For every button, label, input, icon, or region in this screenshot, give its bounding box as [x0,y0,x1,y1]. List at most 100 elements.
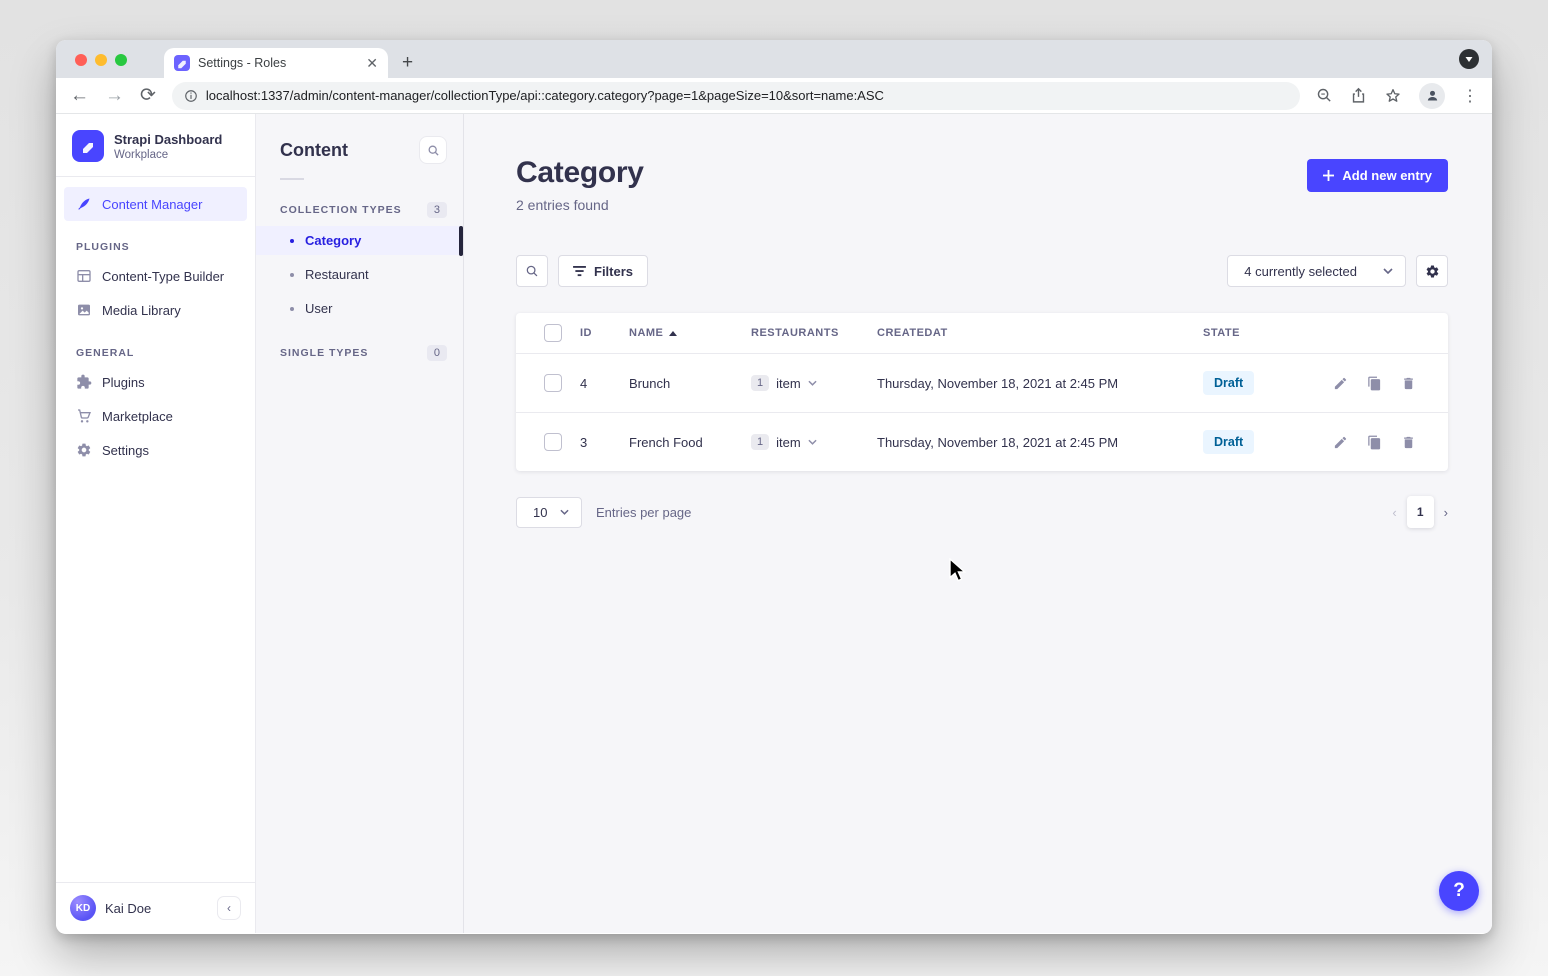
bullet-icon [290,273,294,277]
subnav-item-label: Restaurant [305,267,369,282]
column-header-name[interactable]: NAME [629,327,751,339]
browser-profile-avatar[interactable] [1419,83,1445,109]
table-search-button[interactable] [516,255,548,287]
plus-icon [1323,170,1334,181]
browser-menu-icon[interactable]: ⋮ [1462,86,1478,106]
relation-count-badge: 1 [751,434,769,450]
sidebar-item-media-library[interactable]: Media Library [64,293,247,327]
table-row[interactable]: 4 Brunch 1 item Thursday, November 18, 2… [516,353,1448,412]
page-number-button[interactable]: 1 [1407,496,1434,528]
main-panel: Category 2 entries found Add new entry F… [464,114,1492,933]
chevron-down-icon[interactable] [808,380,817,386]
subnav-search-button[interactable] [419,136,447,164]
sidebar-item-plugins[interactable]: Plugins [64,365,247,399]
cell-restaurants[interactable]: 1 item [751,434,877,450]
close-tab-icon[interactable]: ✕ [366,56,378,70]
collection-types-count: 3 [427,202,447,218]
url-text: localhost:1337/admin/content-manager/col… [206,88,884,103]
edit-pencil-icon[interactable] [1333,435,1348,450]
back-button[interactable]: ← [70,86,89,105]
column-header-restaurants[interactable]: RESTAURANTS [751,327,877,339]
sidebar-section-plugins: PLUGINS [56,221,255,259]
sidebar-item-label: Plugins [102,375,145,390]
minimize-window-button[interactable] [95,54,107,66]
reload-button[interactable]: ⟳ [140,86,156,105]
trash-icon[interactable] [1401,435,1416,450]
column-header-createdat[interactable]: CREATEDAT [877,327,1203,339]
sidebar-item-label: Settings [102,443,149,458]
cell-name: Brunch [629,376,751,391]
subnav-item-user[interactable]: User [256,294,463,323]
image-icon [76,302,92,318]
subnav-title: Content [280,140,348,161]
cell-id: 3 [580,435,629,450]
trash-icon[interactable] [1401,376,1416,391]
zoom-icon[interactable] [1316,87,1333,104]
address-bar[interactable]: localhost:1337/admin/content-manager/col… [172,82,1300,110]
site-info-icon[interactable] [184,89,198,103]
subnav-item-label: Category [305,233,361,248]
edit-pencil-icon[interactable] [1333,376,1348,391]
cell-restaurants[interactable]: 1 item [751,375,877,391]
sidebar-item-content-type-builder[interactable]: Content-Type Builder [64,259,247,293]
cell-id: 4 [580,376,629,391]
prev-page-button[interactable]: ‹ [1392,505,1396,520]
subnav-item-restaurant[interactable]: Restaurant [256,260,463,289]
puzzle-icon [76,374,92,390]
table-header-row: ID NAME RESTAURANTS CREATEDAT STATE [516,313,1448,353]
cell-createdat: Thursday, November 18, 2021 at 2:45 PM [877,435,1203,450]
help-button[interactable]: ? [1439,871,1479,911]
fields-selected-dropdown[interactable]: 4 currently selected [1227,255,1406,287]
collapse-sidebar-button[interactable]: ‹ [217,896,241,920]
column-header-id[interactable]: ID [580,327,629,339]
relation-count-badge: 1 [751,375,769,391]
select-all-checkbox[interactable] [544,324,562,342]
zoom-window-button[interactable] [115,54,127,66]
duplicate-icon[interactable] [1367,376,1382,391]
chevron-down-icon [1383,268,1393,274]
new-tab-button[interactable]: + [402,51,413,75]
cell-name: French Food [629,435,751,450]
sort-ascending-icon [669,331,677,336]
sidebar-item-settings[interactable]: Settings [64,433,247,467]
cell-createdat: Thursday, November 18, 2021 at 2:45 PM [877,376,1203,391]
next-page-button[interactable]: › [1444,505,1448,520]
share-icon[interactable] [1350,87,1367,104]
filter-icon [573,266,586,277]
sidebar-item-marketplace[interactable]: Marketplace [64,399,247,433]
gear-icon [76,442,92,458]
main-sidebar: Strapi Dashboard Workplace Content Manag… [56,114,256,933]
scrollbar-thumb[interactable] [459,226,463,256]
brand-workspace: Workplace [114,149,222,161]
subnav-item-category[interactable]: Category [256,226,463,255]
page-size-select[interactable]: 10 [516,497,582,528]
subnav-item-label: User [305,301,332,316]
row-checkbox[interactable] [544,433,562,451]
sidebar-item-label: Content-Type Builder [102,269,224,284]
state-badge: Draft [1203,430,1254,454]
single-types-label: SINGLE TYPES [280,347,368,359]
browser-control-icon[interactable] [1459,49,1479,69]
row-checkbox[interactable] [544,374,562,392]
duplicate-icon[interactable] [1367,435,1382,450]
entries-table: ID NAME RESTAURANTS CREATEDAT STATE 4 Br… [516,313,1448,471]
table-row[interactable]: 3 French Food 1 item Thursday, November … [516,412,1448,471]
table-settings-button[interactable] [1416,255,1448,287]
bookmark-star-icon[interactable] [1384,87,1402,105]
close-window-button[interactable] [75,54,87,66]
sidebar-item-label: Marketplace [102,409,173,424]
browser-tab[interactable]: Settings - Roles ✕ [164,48,388,78]
gear-icon [1425,264,1440,279]
filters-button[interactable]: Filters [558,255,648,287]
strapi-logo-icon [72,130,104,162]
collection-types-label: COLLECTION TYPES [280,204,402,216]
chevron-down-icon[interactable] [808,439,817,445]
sidebar-item-content-manager[interactable]: Content Manager [64,187,247,221]
sidebar-item-label: Media Library [102,303,181,318]
browser-window: Settings - Roles ✕ + ← → ⟳ localhost:133… [56,40,1492,934]
add-new-entry-button[interactable]: Add new entry [1307,159,1448,192]
user-avatar[interactable]: KD [70,895,96,921]
forward-button[interactable]: → [105,86,124,105]
column-header-state[interactable]: STATE [1203,327,1333,339]
brand-name: Strapi Dashboard [114,132,222,147]
